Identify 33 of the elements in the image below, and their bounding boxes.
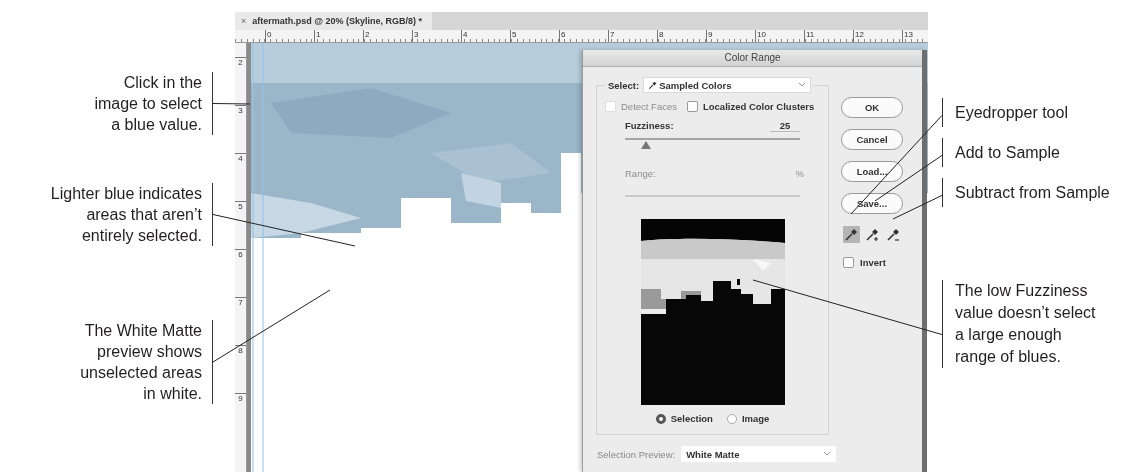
ruler-number: 6 [235,249,246,297]
ruler-number: 10 [755,30,804,42]
ruler-number: 9 [706,30,755,42]
ruler-number: 8 [657,30,706,42]
ruler-number: 4 [235,153,246,201]
ruler-number: 2 [235,57,246,105]
callout-text: The low Fuzziness value doesn’t select a large enough range of blues. [942,280,1096,368]
ruler-number: 2 [363,30,412,42]
ruler-number: 7 [608,30,657,42]
ruler-number: 11 [804,30,853,42]
ruler-number: 4 [461,30,510,42]
callout-text: Subtract from Sample [942,178,1110,207]
ruler-number: 3 [235,105,246,153]
ruler-number: 5 [235,201,246,249]
callout-text: Add to Sample [942,138,1060,167]
ruler-number: 0 [265,30,314,42]
ruler-number: 6 [559,30,608,42]
ruler-number: 12 [853,30,902,42]
callout-text: The White Matte preview shows unselected areas in white. [80,320,213,404]
ruler-number: 7 [235,297,246,345]
callout-text: Click in the image to select a blue value. [94,72,213,135]
ruler-number: 8 [235,345,246,393]
ruler-number: 13 [902,30,928,42]
ruler-number: 1 [314,30,363,42]
callout-text: Eyedropper tool [942,98,1068,127]
callout-text: Lighter blue indicates areas that aren’t entirely selected. [50,183,213,246]
document-tab[interactable]: × aftermath.psd @ 20% (Skyline, RGB/8) * [235,12,433,30]
close-icon[interactable]: × [241,16,247,26]
ruler-number: 9 [235,393,246,441]
ruler-number: 5 [510,30,559,42]
leader-line [212,103,251,105]
tab-title: aftermath.psd @ 20% (Skyline, RGB/8) * [252,16,423,26]
ruler-number: 3 [412,30,461,42]
